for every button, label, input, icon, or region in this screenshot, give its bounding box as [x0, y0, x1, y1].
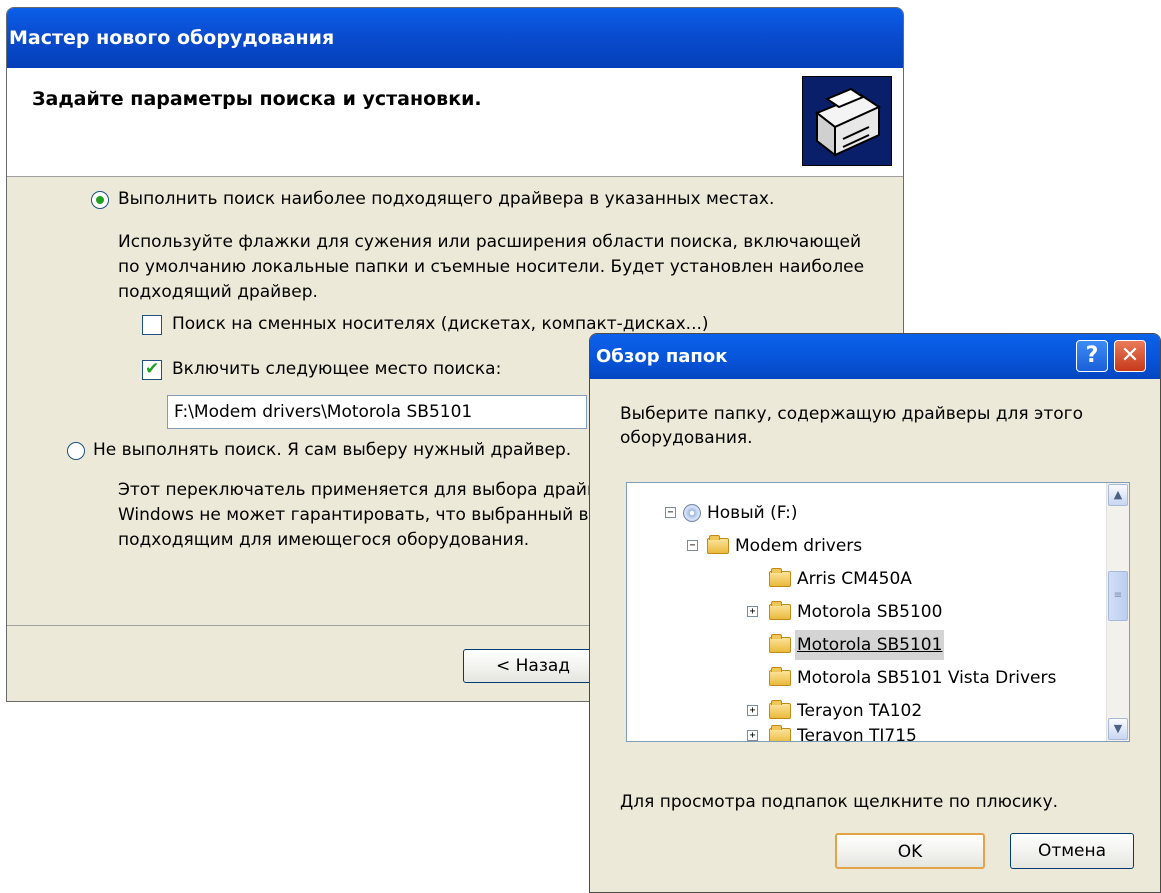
hardware-install-icon: [802, 76, 892, 166]
folder-icon: [707, 535, 729, 554]
cancel-button[interactable]: Отмена: [1010, 833, 1134, 869]
tree-row[interactable]: − Новый (F:): [627, 498, 1107, 528]
folder-icon: [769, 667, 791, 686]
tree-row-selected[interactable]: Motorola SB5101: [627, 630, 1107, 660]
search-option-description: Используйте флажки для сужения или расши…: [118, 232, 865, 302]
tree-row[interactable]: + Motorola SB5100: [627, 597, 1107, 627]
folder-icon: [769, 568, 791, 587]
wizard-heading: Задайте параметры поиска и установки.: [32, 88, 482, 110]
expand-icon[interactable]: +: [747, 606, 758, 617]
back-button[interactable]: < Назад: [463, 649, 603, 683]
close-icon: ✕: [1120, 343, 1140, 368]
ok-button[interactable]: OK: [835, 833, 985, 869]
browse-title: Обзор папок: [596, 346, 728, 367]
scroll-up-button[interactable]: ▲: [1108, 484, 1128, 506]
tree-item-label[interactable]: Motorola SB5101 Vista Drivers: [797, 663, 1056, 693]
tree-row[interactable]: Arris CM450A: [627, 564, 1107, 594]
tree-row[interactable]: Motorola SB5101 Vista Drivers: [627, 663, 1107, 693]
search-location-input[interactable]: F:\Modem drivers\Motorola SB5101: [167, 395, 587, 429]
help-icon: ?: [1085, 343, 1099, 368]
search-option-radio[interactable]: [91, 191, 109, 209]
cd-drive-icon: [683, 504, 701, 522]
wizard-header: Задайте параметры поиска и установки.: [7, 68, 903, 177]
removable-media-checkbox[interactable]: [142, 315, 162, 335]
tree-scrollbar[interactable]: ▲ ≡ ▼: [1106, 483, 1129, 741]
scroll-down-button[interactable]: ▼: [1108, 718, 1128, 740]
tree-item-label-selected[interactable]: Motorola SB5101: [795, 630, 945, 660]
expand-icon[interactable]: +: [747, 730, 758, 741]
tree-row[interactable]: − Modem drivers: [627, 531, 1107, 561]
collapse-icon[interactable]: −: [687, 540, 698, 551]
tree-item-label[interactable]: Modem drivers: [735, 531, 862, 561]
help-button[interactable]: ?: [1076, 340, 1108, 372]
folder-icon: [769, 700, 791, 719]
include-location-checkbox[interactable]: [142, 359, 162, 380]
folder-icon: [769, 634, 791, 653]
removable-media-label[interactable]: Поиск на сменных носителях (дискетах, ко…: [172, 314, 720, 334]
browse-hint: Для просмотра подпапок щелкните по плюси…: [620, 792, 1059, 812]
wizard-title: Мастер нового оборудования: [9, 27, 335, 49]
browse-instruction: Выберите папку, содержащую драйверы для …: [620, 404, 1084, 448]
tree-item-label[interactable]: Arris CM450A: [797, 564, 912, 594]
folder-icon: [769, 601, 791, 620]
folder-icon: [769, 725, 791, 741]
tree-item-label[interactable]: Motorola SB5100: [797, 597, 942, 627]
search-option-label[interactable]: Выполнить поиск наиболее подходящего дра…: [118, 189, 774, 209]
close-button[interactable]: ✕: [1114, 340, 1146, 372]
browse-folder-dialog: Обзор папок ? ✕ Выберите папку, содержащ…: [589, 333, 1161, 893]
tree-row[interactable]: + Terayon TJ715: [627, 721, 1107, 741]
tree-item-label[interactable]: Terayon TJ715: [797, 721, 917, 741]
scroll-thumb[interactable]: ≡: [1108, 571, 1128, 621]
wizard-title-bar: Мастер нового оборудования: [7, 8, 903, 68]
manual-option-radio[interactable]: [67, 442, 85, 460]
collapse-icon[interactable]: −: [665, 507, 676, 518]
expand-icon[interactable]: +: [747, 705, 758, 716]
browse-title-bar: Обзор папок: [590, 334, 1160, 379]
folder-tree[interactable]: − Новый (F:) − Modem drivers Arris CM450…: [626, 482, 1130, 742]
manual-option-label[interactable]: Не выполнять поиск. Я сам выберу нужный …: [93, 440, 589, 460]
tree-item-label[interactable]: Новый (F:): [707, 498, 798, 528]
include-location-label[interactable]: Включить следующее место поиска:: [172, 359, 501, 379]
